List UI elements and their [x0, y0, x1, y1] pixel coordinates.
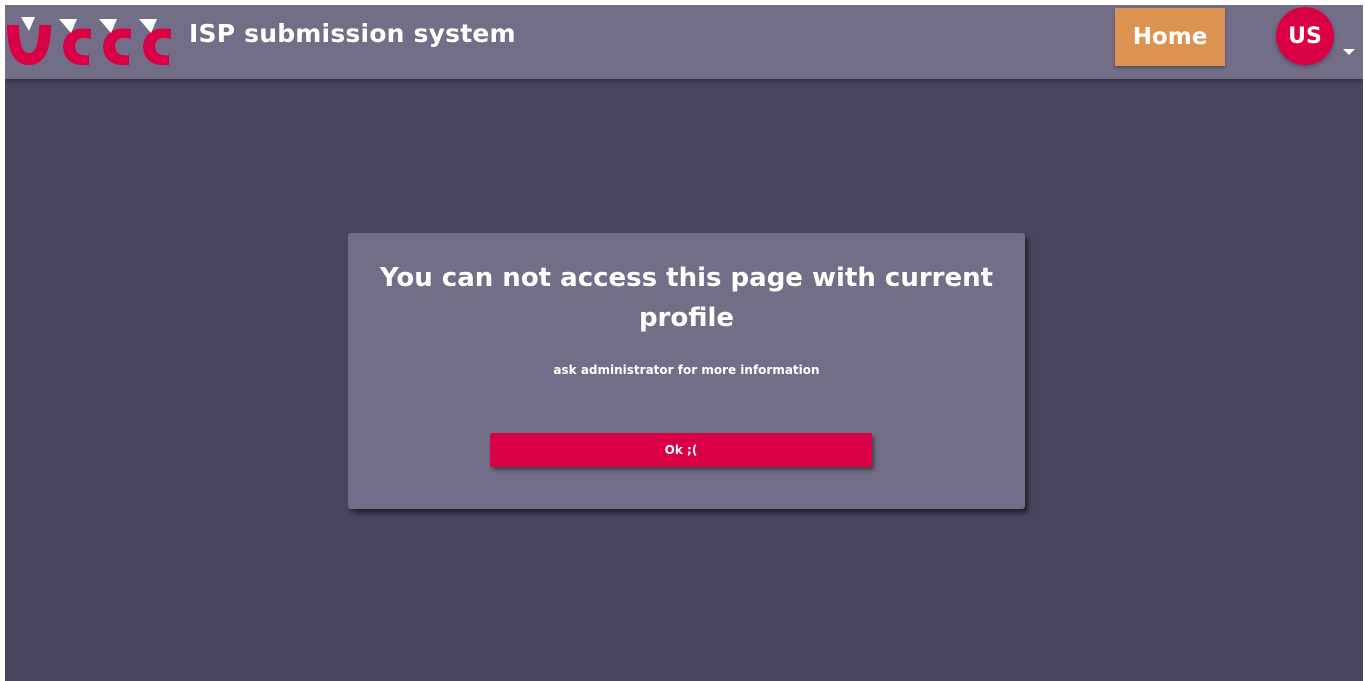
avatar-initials: US [1288, 23, 1322, 49]
dialog-message: ask administrator for more information [553, 363, 820, 377]
user-avatar[interactable]: US [1276, 7, 1334, 65]
home-button[interactable]: Home [1115, 8, 1225, 66]
top-bar: ISP submission system Home US [5, 5, 1363, 79]
caret-down-icon[interactable] [1343, 49, 1355, 55]
dialog-title: You can not access this page with curren… [379, 263, 994, 333]
ok-button[interactable]: Ok ;( [490, 433, 872, 467]
page: ISP submission system Home US You can no… [5, 5, 1363, 681]
access-denied-dialog: You can not access this page with curren… [348, 233, 1025, 509]
app-logo[interactable] [5, 11, 177, 69]
app-title: ISP submission system [189, 19, 516, 48]
